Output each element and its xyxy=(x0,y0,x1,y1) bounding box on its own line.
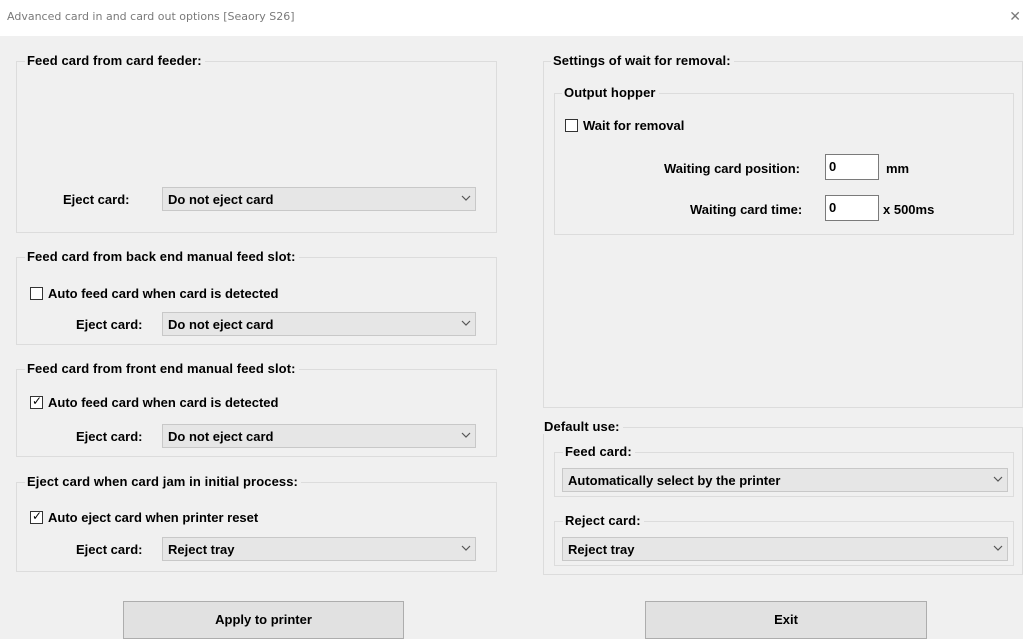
check-icon: ✓ xyxy=(32,394,43,408)
wait-for-removal-checkbox[interactable] xyxy=(565,119,578,132)
apply-to-printer-button[interactable]: Apply to printer xyxy=(123,601,404,639)
chevron-down-icon xyxy=(461,195,471,201)
back-slot-eject-label: Eject card: xyxy=(76,317,143,332)
feeder-eject-label: Eject card: xyxy=(63,192,130,207)
feed-card-value: Automatically select by the printer xyxy=(568,473,781,488)
window-title: Advanced card in and card out options [S… xyxy=(7,10,295,23)
waiting-time-unit: x 500ms xyxy=(883,202,935,217)
apply-to-printer-label: Apply to printer xyxy=(215,612,312,627)
back-slot-auto-feed-label[interactable]: Auto feed card when card is detected xyxy=(48,286,278,301)
default-use-legend: Default use: xyxy=(542,419,623,434)
exit-button[interactable]: Exit xyxy=(645,601,927,639)
waiting-position-label: Waiting card position: xyxy=(664,161,801,176)
feeder-eject-select[interactable]: Do not eject card xyxy=(162,187,476,211)
front-slot-eject-select[interactable]: Do not eject card xyxy=(162,424,476,448)
exit-label: Exit xyxy=(774,612,798,627)
waiting-time-value: 0 xyxy=(829,200,837,215)
waiting-position-unit: mm xyxy=(886,161,910,176)
waiting-position-value: 0 xyxy=(829,159,837,174)
jam-eject-value: Reject tray xyxy=(168,542,235,557)
chevron-down-icon xyxy=(461,320,471,326)
jam-auto-eject-checkbox[interactable]: ✓ xyxy=(30,509,43,524)
feed-card-legend: Feed card: xyxy=(563,444,635,459)
back-slot-eject-select[interactable]: Do not eject card xyxy=(162,312,476,336)
check-icon: ✓ xyxy=(32,509,43,523)
front-slot-eject-value: Do not eject card xyxy=(168,429,274,444)
front-slot-eject-label: Eject card: xyxy=(76,429,143,444)
back-slot-eject-value: Do not eject card xyxy=(168,317,274,332)
waiting-position-input[interactable]: 0 xyxy=(825,154,879,180)
jam-auto-eject-label[interactable]: Auto eject card when printer reset xyxy=(48,510,258,525)
close-icon[interactable]: ✕ xyxy=(1009,8,1021,25)
feed-card-select[interactable]: Automatically select by the printer xyxy=(562,468,1008,492)
front-slot-auto-feed-label[interactable]: Auto feed card when card is detected xyxy=(48,395,278,410)
back-slot-legend: Feed card from back end manual feed slot… xyxy=(25,249,299,264)
chevron-down-icon xyxy=(461,432,471,438)
front-slot-auto-feed-checkbox[interactable]: ✓ xyxy=(30,394,43,409)
jam-legend: Eject card when card jam in initial proc… xyxy=(25,474,301,489)
jam-eject-select[interactable]: Reject tray xyxy=(162,537,476,561)
waiting-time-input[interactable]: 0 xyxy=(825,195,879,221)
reject-card-select[interactable]: Reject tray xyxy=(562,537,1008,561)
removal-legend: Settings of wait for removal: xyxy=(551,53,734,68)
feeder-eject-value: Do not eject card xyxy=(168,192,274,207)
front-slot-legend: Feed card from front end manual feed slo… xyxy=(25,361,299,376)
chevron-down-icon xyxy=(461,545,471,551)
wait-for-removal-label[interactable]: Wait for removal xyxy=(583,118,684,133)
reject-card-legend: Reject card: xyxy=(563,513,644,528)
chevron-down-icon xyxy=(993,545,1003,551)
jam-eject-label: Eject card: xyxy=(76,542,143,557)
back-slot-auto-feed-checkbox[interactable] xyxy=(30,287,43,300)
reject-card-value: Reject tray xyxy=(568,542,635,557)
waiting-time-label: Waiting card time: xyxy=(690,202,803,217)
feeder-legend: Feed card from card feeder: xyxy=(25,53,205,68)
output-hopper-legend: Output hopper xyxy=(562,85,659,100)
chevron-down-icon xyxy=(993,476,1003,482)
title-bar: Advanced card in and card out options [S… xyxy=(0,0,1023,36)
